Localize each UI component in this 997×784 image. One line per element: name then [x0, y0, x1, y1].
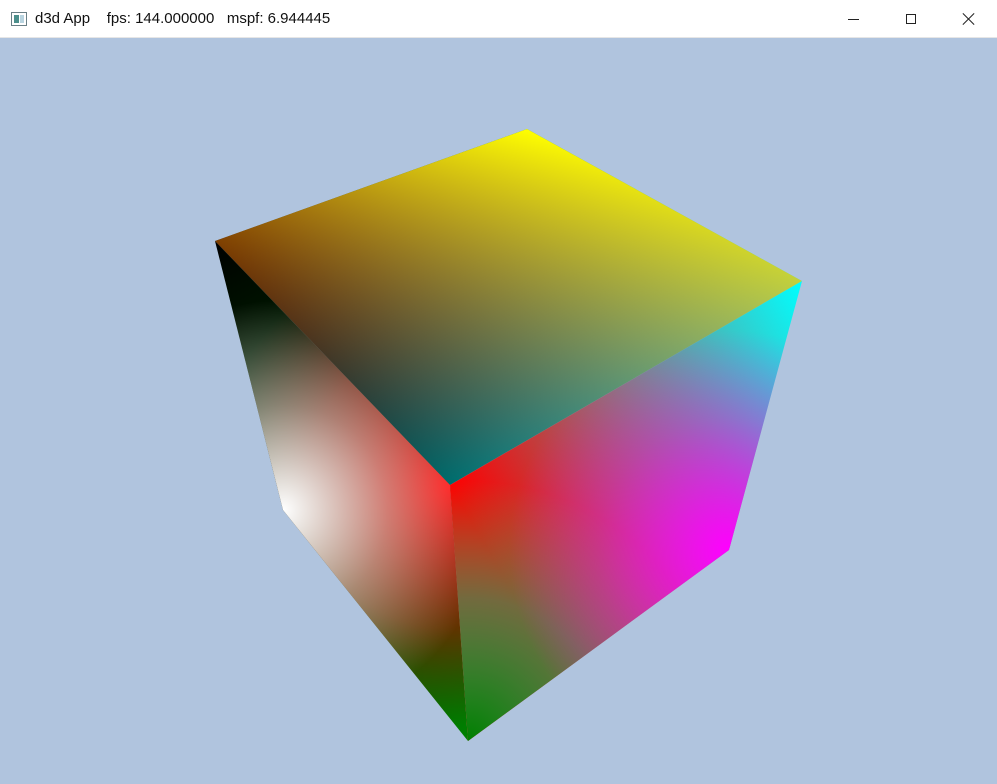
cube-render [215, 129, 802, 741]
render-viewport[interactable] [0, 38, 997, 784]
d3d-app-window: d3d App fps: 144.000000 mspf: 6.944445 [0, 0, 997, 784]
